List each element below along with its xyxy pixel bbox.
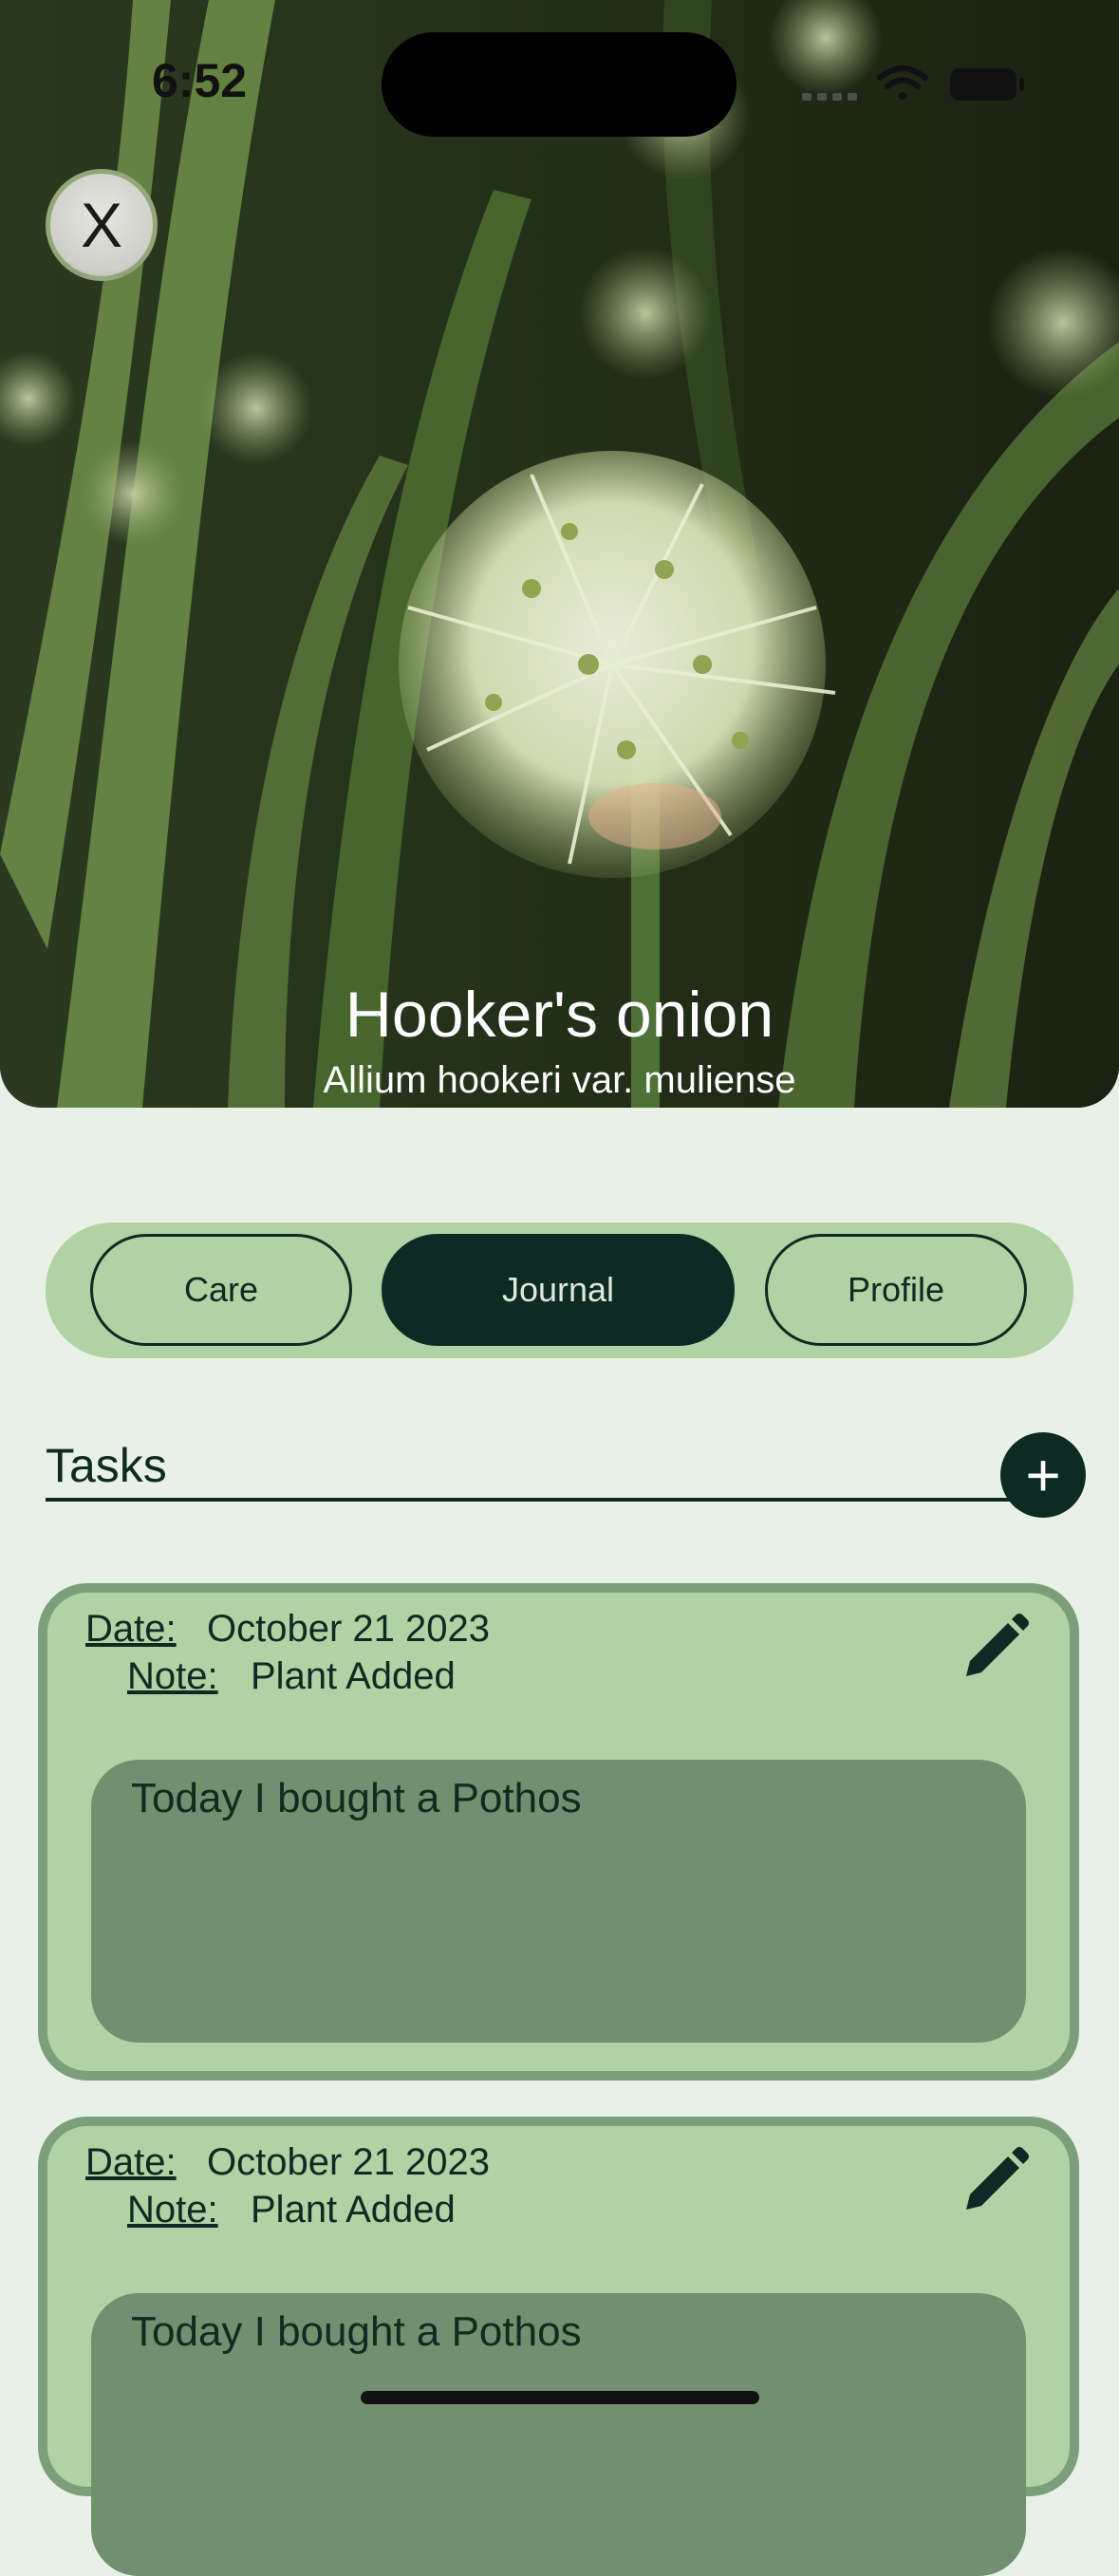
date-label: Date:: [85, 2141, 177, 2183]
note-value: Plant Added: [251, 1655, 456, 1697]
entry-text[interactable]: Today I bought a Pothos: [91, 1760, 1026, 2043]
home-indicator[interactable]: [361, 2391, 759, 2404]
pencil-icon[interactable]: [959, 1612, 1031, 1684]
status-icons: [802, 59, 1030, 106]
tasks-divider: [46, 1498, 1023, 1502]
wifi-icon: [877, 65, 928, 100]
note-label: Note:: [127, 2189, 218, 2231]
close-icon: X: [80, 190, 123, 260]
plant-scientific-name: Allium hookeri var. muliense: [323, 1059, 796, 1101]
battery-icon: [950, 68, 1024, 101]
status-time: 6:52: [152, 54, 248, 107]
date-value: October 21 2023: [207, 2141, 490, 2183]
tab-journal[interactable]: Journal: [382, 1234, 735, 1346]
signal-icon: [802, 93, 857, 101]
date-value: October 21 2023: [207, 1608, 490, 1650]
note-value: Plant Added: [251, 2189, 456, 2231]
tasks-title: Tasks: [46, 1439, 167, 1492]
entry-text[interactable]: Today I bought a Pothos: [91, 2293, 1026, 2576]
add-task-button[interactable]: +: [1000, 1432, 1086, 1518]
journal-entry-card: Date: October 21 2023 Note: Plant Added …: [38, 1583, 1079, 2081]
tab-profile[interactable]: Profile: [765, 1234, 1027, 1346]
plant-photo: Hooker's onion Allium hookeri var. mulie…: [0, 0, 1119, 1108]
tab-bar: Care Journal Profile: [46, 1223, 1073, 1358]
journal-entry-card: Date: October 21 2023 Note: Plant Added …: [38, 2117, 1079, 2576]
dynamic-island: [382, 32, 737, 137]
plus-icon: +: [1025, 1441, 1061, 1509]
plant-photo-illustration: [0, 0, 1119, 1108]
tab-care[interactable]: Care: [90, 1234, 352, 1346]
date-label: Date:: [85, 1608, 177, 1650]
note-label: Note:: [127, 1655, 218, 1697]
close-button[interactable]: X: [46, 169, 158, 281]
pencil-icon[interactable]: [959, 2145, 1031, 2217]
plant-name: Hooker's onion: [345, 979, 774, 1051]
